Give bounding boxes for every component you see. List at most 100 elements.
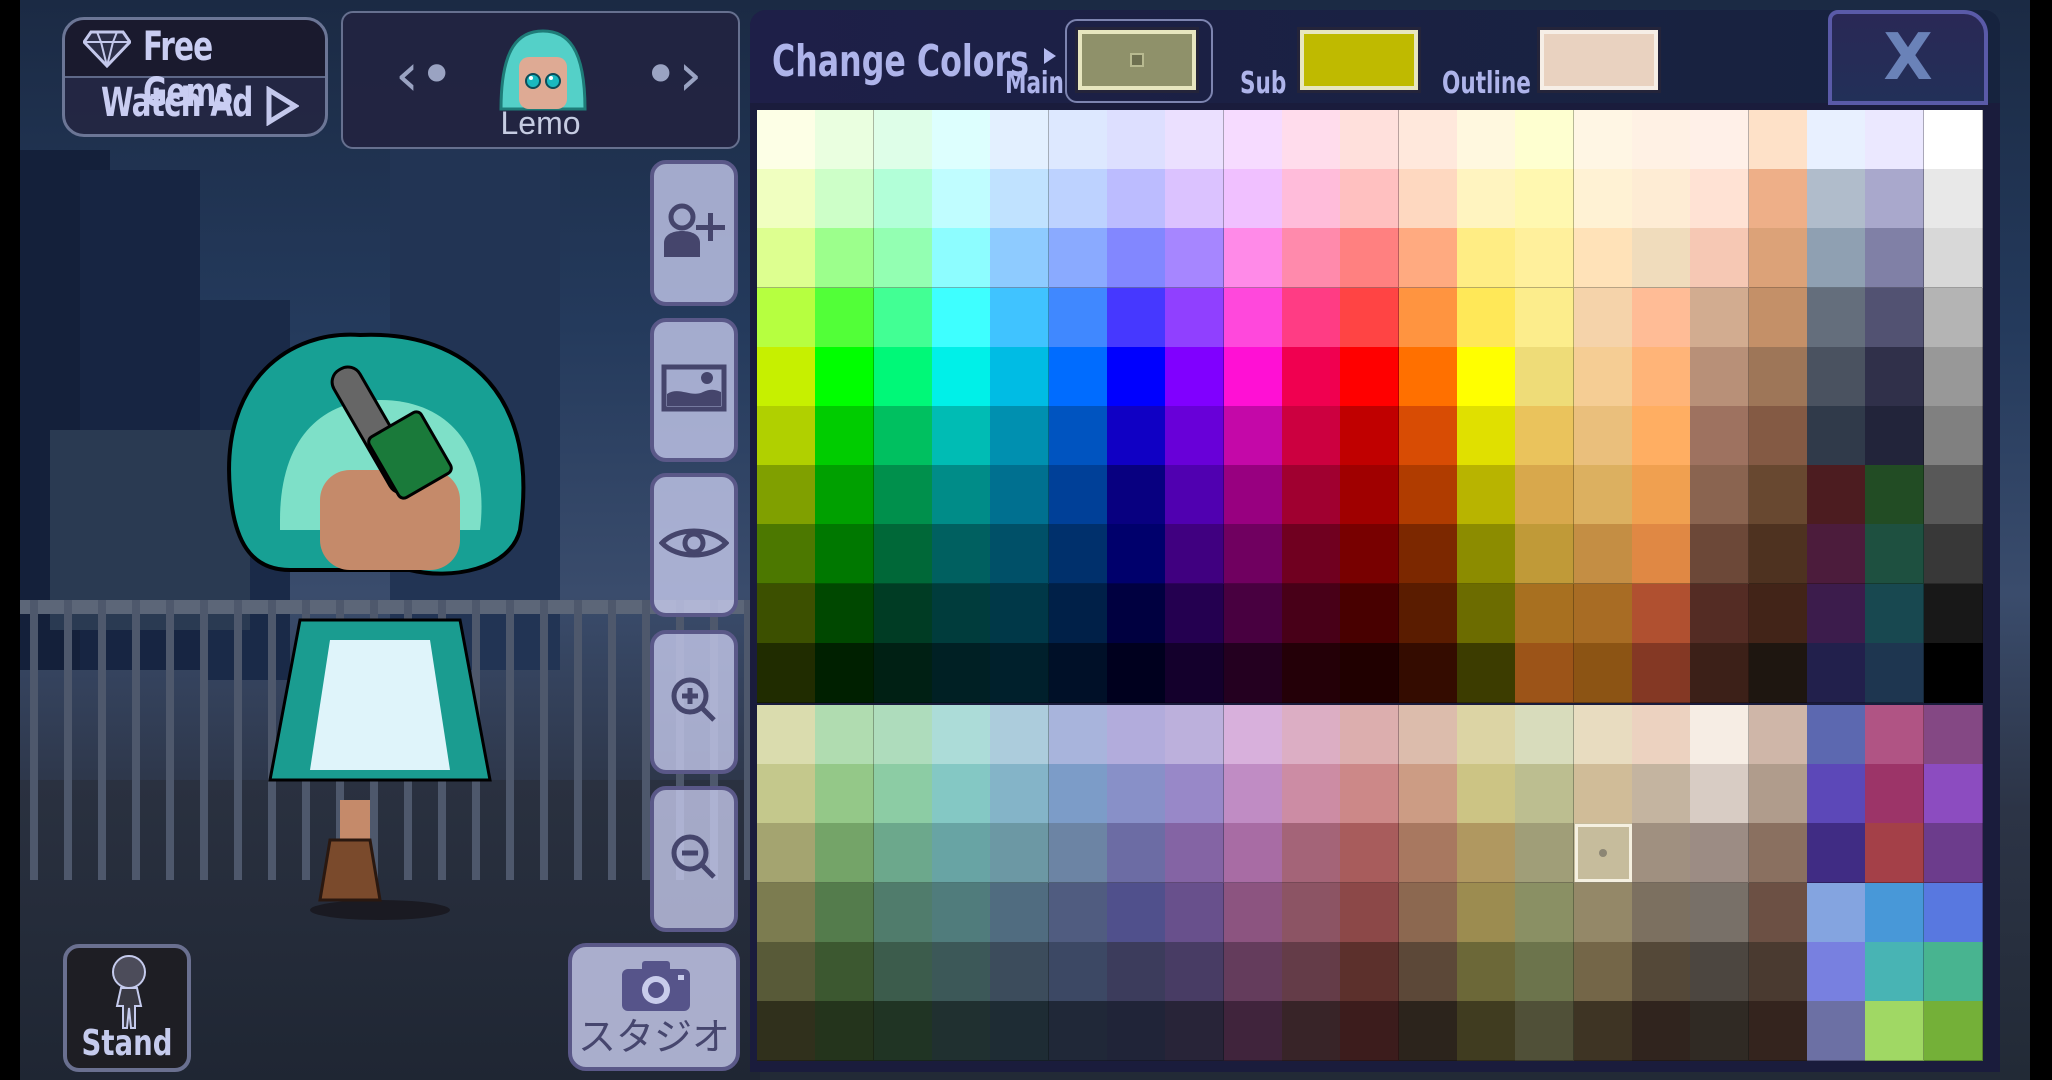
color-cell[interactable] <box>1223 465 1283 526</box>
chevron-right-icon[interactable]: •› <box>643 45 702 105</box>
color-cell[interactable] <box>1223 406 1283 466</box>
color-cell[interactable] <box>1632 228 1691 289</box>
color-cell[interactable] <box>1807 524 1866 585</box>
color-cell[interactable] <box>1865 524 1925 585</box>
color-cell[interactable] <box>1807 882 1866 943</box>
color-cell[interactable] <box>1282 642 1341 703</box>
color-cell[interactable] <box>1282 524 1341 585</box>
color-cell[interactable] <box>1457 705 1516 765</box>
color-cell[interactable] <box>1107 882 1166 943</box>
color-cell[interactable] <box>932 642 991 703</box>
color-cell[interactable] <box>1048 110 1108 170</box>
color-cell[interactable] <box>1807 169 1866 230</box>
color-cell[interactable] <box>1865 764 1925 825</box>
color-cell[interactable] <box>1457 1001 1516 1061</box>
free-gems-button[interactable]: Free Gems Watch Ad <box>62 17 328 137</box>
color-cell[interactable] <box>1048 287 1108 348</box>
color-cell[interactable] <box>873 941 933 1002</box>
color-cell[interactable] <box>1573 110 1633 170</box>
color-cell[interactable] <box>1690 406 1750 466</box>
color-cell[interactable] <box>757 169 816 230</box>
color-cell[interactable] <box>1223 583 1283 644</box>
color-cell[interactable] <box>1515 524 1575 585</box>
color-cell[interactable] <box>757 287 816 348</box>
color-cell[interactable] <box>1807 465 1866 526</box>
color-cell[interactable] <box>1923 823 1983 884</box>
color-cell[interactable] <box>815 882 875 943</box>
color-cell[interactable] <box>1223 228 1283 289</box>
color-cell[interactable] <box>1398 705 1458 765</box>
color-cell[interactable] <box>1165 941 1225 1002</box>
color-cell[interactable] <box>1865 406 1925 466</box>
color-cell[interactable] <box>1807 346 1866 407</box>
color-cell[interactable] <box>1573 1001 1633 1061</box>
color-cell[interactable] <box>1165 705 1225 765</box>
color-cell[interactable] <box>1923 287 1983 348</box>
color-cell[interactable] <box>1865 169 1925 230</box>
color-cell[interactable] <box>757 642 816 703</box>
color-cell[interactable] <box>815 346 875 407</box>
color-cell[interactable] <box>1515 228 1575 289</box>
color-cell[interactable] <box>1632 882 1691 943</box>
character-avatar[interactable] <box>495 27 591 117</box>
color-cell[interactable] <box>1748 524 1808 585</box>
color-cell[interactable] <box>815 228 875 289</box>
color-cell[interactable] <box>990 110 1050 170</box>
color-cell[interactable] <box>873 583 933 644</box>
color-cell[interactable] <box>1457 524 1516 585</box>
color-cell[interactable] <box>1865 228 1925 289</box>
color-cell[interactable] <box>1107 764 1166 825</box>
color-cell[interactable] <box>1107 583 1166 644</box>
color-cell[interactable] <box>1282 287 1341 348</box>
color-cell[interactable] <box>1048 941 1108 1002</box>
color-cell[interactable] <box>1398 524 1458 585</box>
color-cell[interactable] <box>990 228 1050 289</box>
color-cell[interactable] <box>1398 406 1458 466</box>
color-cell[interactable] <box>1398 287 1458 348</box>
color-cell[interactable] <box>1748 346 1808 407</box>
color-cell[interactable] <box>1807 764 1866 825</box>
color-cell[interactable] <box>1398 228 1458 289</box>
color-cell[interactable] <box>990 169 1050 230</box>
color-cell[interactable] <box>1398 941 1458 1002</box>
color-cell[interactable] <box>815 583 875 644</box>
zoom-out-button[interactable] <box>650 786 738 932</box>
color-cell[interactable] <box>1573 642 1633 703</box>
color-cell[interactable] <box>1748 228 1808 289</box>
color-cell[interactable] <box>1457 228 1516 289</box>
color-cell[interactable] <box>1048 228 1108 289</box>
zoom-in-button[interactable] <box>650 630 738 774</box>
color-cell[interactable] <box>1690 941 1750 1002</box>
color-cell[interactable] <box>1107 823 1166 884</box>
color-cell[interactable] <box>1923 941 1983 1002</box>
color-cell[interactable] <box>873 346 933 407</box>
color-cell[interactable] <box>1165 346 1225 407</box>
hide-ui-button[interactable] <box>650 473 738 617</box>
color-cell[interactable] <box>1515 705 1575 765</box>
character-figure[interactable] <box>210 320 570 920</box>
color-cell[interactable] <box>1048 583 1108 644</box>
color-cell[interactable] <box>1223 823 1283 884</box>
color-cell[interactable] <box>1107 228 1166 289</box>
color-cell[interactable] <box>1690 705 1750 765</box>
outline-color-swatch[interactable] <box>1537 27 1661 93</box>
color-cell[interactable] <box>1398 346 1458 407</box>
color-cell[interactable] <box>1165 882 1225 943</box>
color-cell[interactable] <box>1923 406 1983 466</box>
color-cell[interactable] <box>873 465 933 526</box>
color-cell[interactable] <box>873 705 933 765</box>
color-cell[interactable] <box>1282 110 1341 170</box>
color-cell[interactable] <box>1457 823 1516 884</box>
color-cell[interactable] <box>1457 406 1516 466</box>
color-cell[interactable] <box>990 882 1050 943</box>
color-cell[interactable] <box>1398 642 1458 703</box>
color-cell[interactable] <box>1632 346 1691 407</box>
color-cell[interactable] <box>1398 1001 1458 1061</box>
color-cell[interactable] <box>873 287 933 348</box>
color-cell[interactable] <box>990 1001 1050 1061</box>
color-cell[interactable] <box>1573 228 1633 289</box>
color-cell[interactable] <box>1340 764 1400 825</box>
color-cell[interactable] <box>1457 346 1516 407</box>
color-cell[interactable] <box>1340 583 1400 644</box>
color-cell[interactable] <box>1748 110 1808 170</box>
